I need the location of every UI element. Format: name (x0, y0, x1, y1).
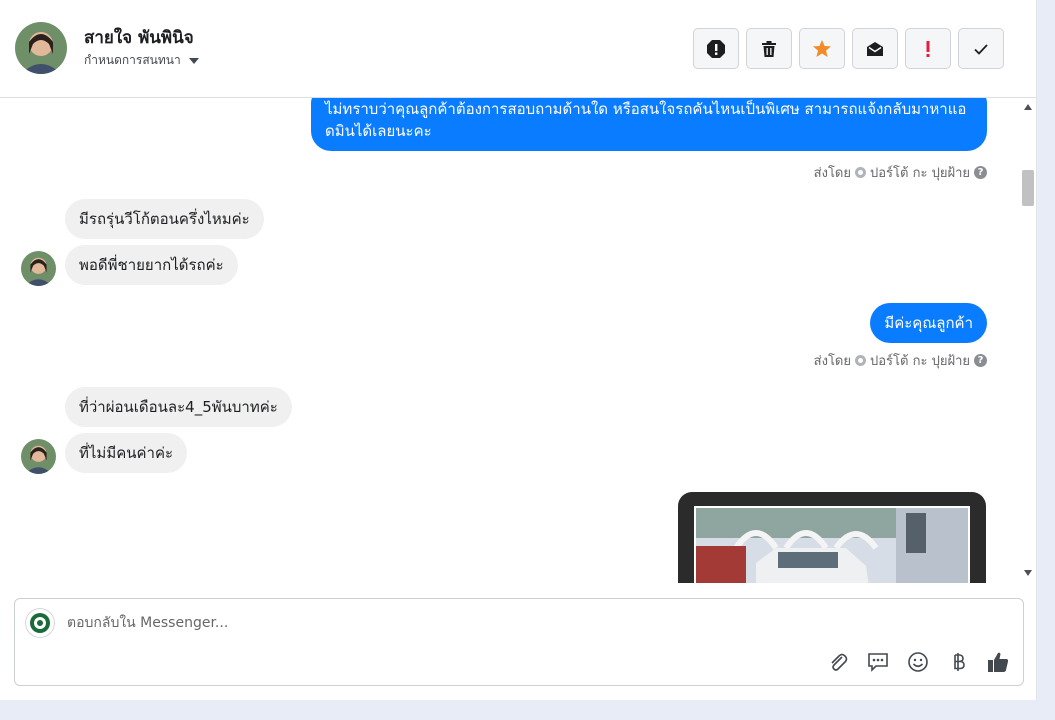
image-attachment[interactable] (678, 492, 986, 583)
star-icon (813, 39, 831, 57)
outgoing-message[interactable]: มีค่ะคุณลูกค้า (870, 303, 987, 343)
car-photo (694, 506, 970, 583)
contact-name[interactable]: สายใจ พันพินิจ (84, 24, 194, 51)
sent-by-info: ส่งโดย ปอร์โต้ กะ ปุยฝ้าย ? (814, 162, 987, 183)
mark-spam-button[interactable] (693, 28, 739, 69)
saved-replies-button[interactable] (865, 649, 891, 675)
mark-unread-icon (867, 41, 883, 56)
baht-icon (954, 653, 965, 671)
page-icon (855, 355, 866, 366)
assign-conversation-dropdown[interactable]: กำหนดการสนทนา (84, 51, 199, 70)
chat-bubble-icon (868, 653, 888, 672)
contact-avatar-small (21, 251, 56, 286)
scrollbar[interactable] (1020, 98, 1037, 583)
trash-icon (762, 40, 776, 57)
chevron-down-icon (188, 57, 199, 64)
composer-tools (825, 649, 1011, 675)
like-button[interactable] (985, 649, 1011, 675)
checkmark-icon (974, 43, 988, 55)
reply-composer (14, 598, 1024, 686)
page-logo (25, 608, 55, 638)
payment-button[interactable] (945, 649, 971, 675)
contact-avatar-small (21, 439, 56, 474)
scroll-down-arrow-icon[interactable] (1024, 570, 1032, 576)
page-icon (855, 167, 866, 178)
sender-name: ปอร์โต้ กะ ปุยฝ้าย (870, 166, 970, 181)
conversation-header: สายใจ พันพินิจ กำหนดการสนทนา (0, 0, 1037, 98)
assign-label: กำหนดการสนทนา (84, 53, 181, 67)
message-list[interactable]: ไม่ทราบว่าคุณลูกค้าต้องการสอบถามด้านใด ห… (0, 98, 1037, 583)
star-button[interactable] (799, 28, 845, 69)
exclamation-icon (926, 40, 930, 57)
incoming-message[interactable]: มีรถรุ่นวีโก้ตอนครึ่งไหมค่ะ (65, 199, 264, 239)
contact-avatar[interactable] (15, 22, 67, 74)
scroll-up-arrow-icon[interactable] (1024, 104, 1032, 110)
incoming-message[interactable]: ที่ว่าผ่อนเดือนละ4_5พันบาทค่ะ (65, 387, 292, 427)
reply-input[interactable] (67, 611, 967, 635)
paperclip-icon (831, 653, 848, 671)
help-icon[interactable]: ? (974, 166, 987, 179)
outgoing-message[interactable]: ไม่ทราบว่าคุณลูกค้าต้องการสอบถามด้านใด ห… (311, 98, 987, 151)
alert-circle-icon (707, 39, 725, 58)
sent-by-label: ส่งโดย (813, 166, 851, 181)
sender-name: ปอร์โต้ กะ ปุยฝ้าย (870, 354, 970, 369)
sent-by-label: ส่งโดย (813, 354, 851, 369)
mark-unread-button[interactable] (852, 28, 898, 69)
done-button[interactable] (958, 28, 1004, 69)
follow-up-button[interactable] (905, 28, 951, 69)
conversation-panel: สายใจ พันพินิจ กำหนดการสนทนา ไม่ทราบว่าค… (0, 0, 1037, 700)
header-actions (693, 28, 1004, 69)
window-edge (1038, 0, 1055, 720)
delete-button[interactable] (746, 28, 792, 69)
thumbs-up-icon (988, 652, 1009, 672)
emoji-icon (908, 652, 928, 672)
attach-button[interactable] (825, 649, 851, 675)
incoming-message[interactable]: ที่ไม่มีคนค่าค่ะ (65, 433, 188, 473)
sent-by-info: ส่งโดย ปอร์โต้ กะ ปุยฝ้าย ? (814, 350, 987, 371)
scroll-thumb[interactable] (1022, 170, 1034, 206)
incoming-message[interactable]: พอดีพี่ชายยากได้รถค่ะ (65, 245, 238, 285)
window-bottom-edge (0, 700, 1055, 720)
emoji-button[interactable] (905, 649, 931, 675)
help-icon[interactable]: ? (974, 354, 987, 367)
